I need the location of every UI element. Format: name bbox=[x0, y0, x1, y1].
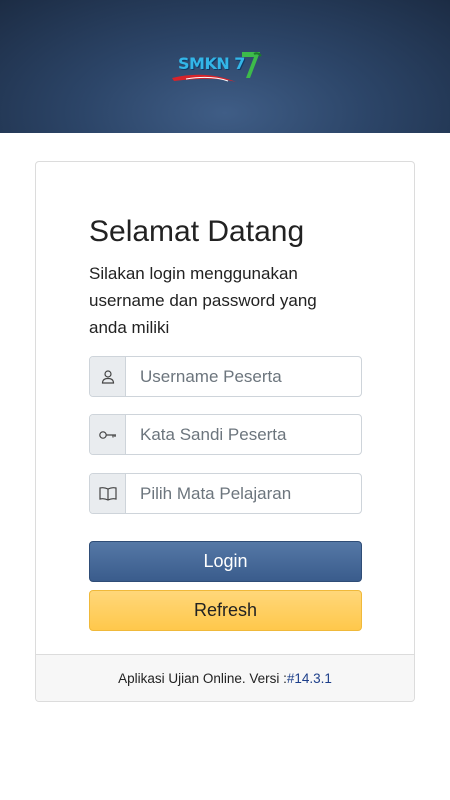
subject-group bbox=[89, 473, 362, 514]
logo-text: SMKN 7 bbox=[178, 54, 245, 73]
book-icon bbox=[90, 474, 126, 513]
login-instructions: Silakan login menggunakan username dan p… bbox=[89, 264, 317, 337]
subject-input[interactable] bbox=[126, 474, 361, 513]
refresh-button[interactable]: Refresh bbox=[89, 590, 362, 631]
login-card: Selamat Datang Silakan login menggunakan… bbox=[35, 161, 415, 702]
page-title: Selamat Datang bbox=[89, 215, 305, 248]
password-group bbox=[89, 414, 362, 455]
footer-app-text: Aplikasi Ujian Online. Versi : bbox=[118, 670, 287, 686]
card-footer: Aplikasi Ujian Online. Versi : #14.3.1 bbox=[36, 654, 414, 701]
password-input[interactable] bbox=[126, 415, 361, 454]
school-logo: SMKN 7 bbox=[166, 48, 266, 88]
login-button[interactable]: Login bbox=[89, 541, 362, 582]
key-icon bbox=[90, 415, 126, 454]
username-group bbox=[89, 356, 362, 397]
username-input[interactable] bbox=[126, 357, 361, 396]
login-card-body: Selamat Datang Silakan login menggunakan… bbox=[36, 162, 414, 654]
header-banner: SMKN 7 bbox=[0, 0, 450, 133]
user-icon bbox=[90, 357, 126, 396]
footer-version: #14.3.1 bbox=[286, 670, 332, 686]
